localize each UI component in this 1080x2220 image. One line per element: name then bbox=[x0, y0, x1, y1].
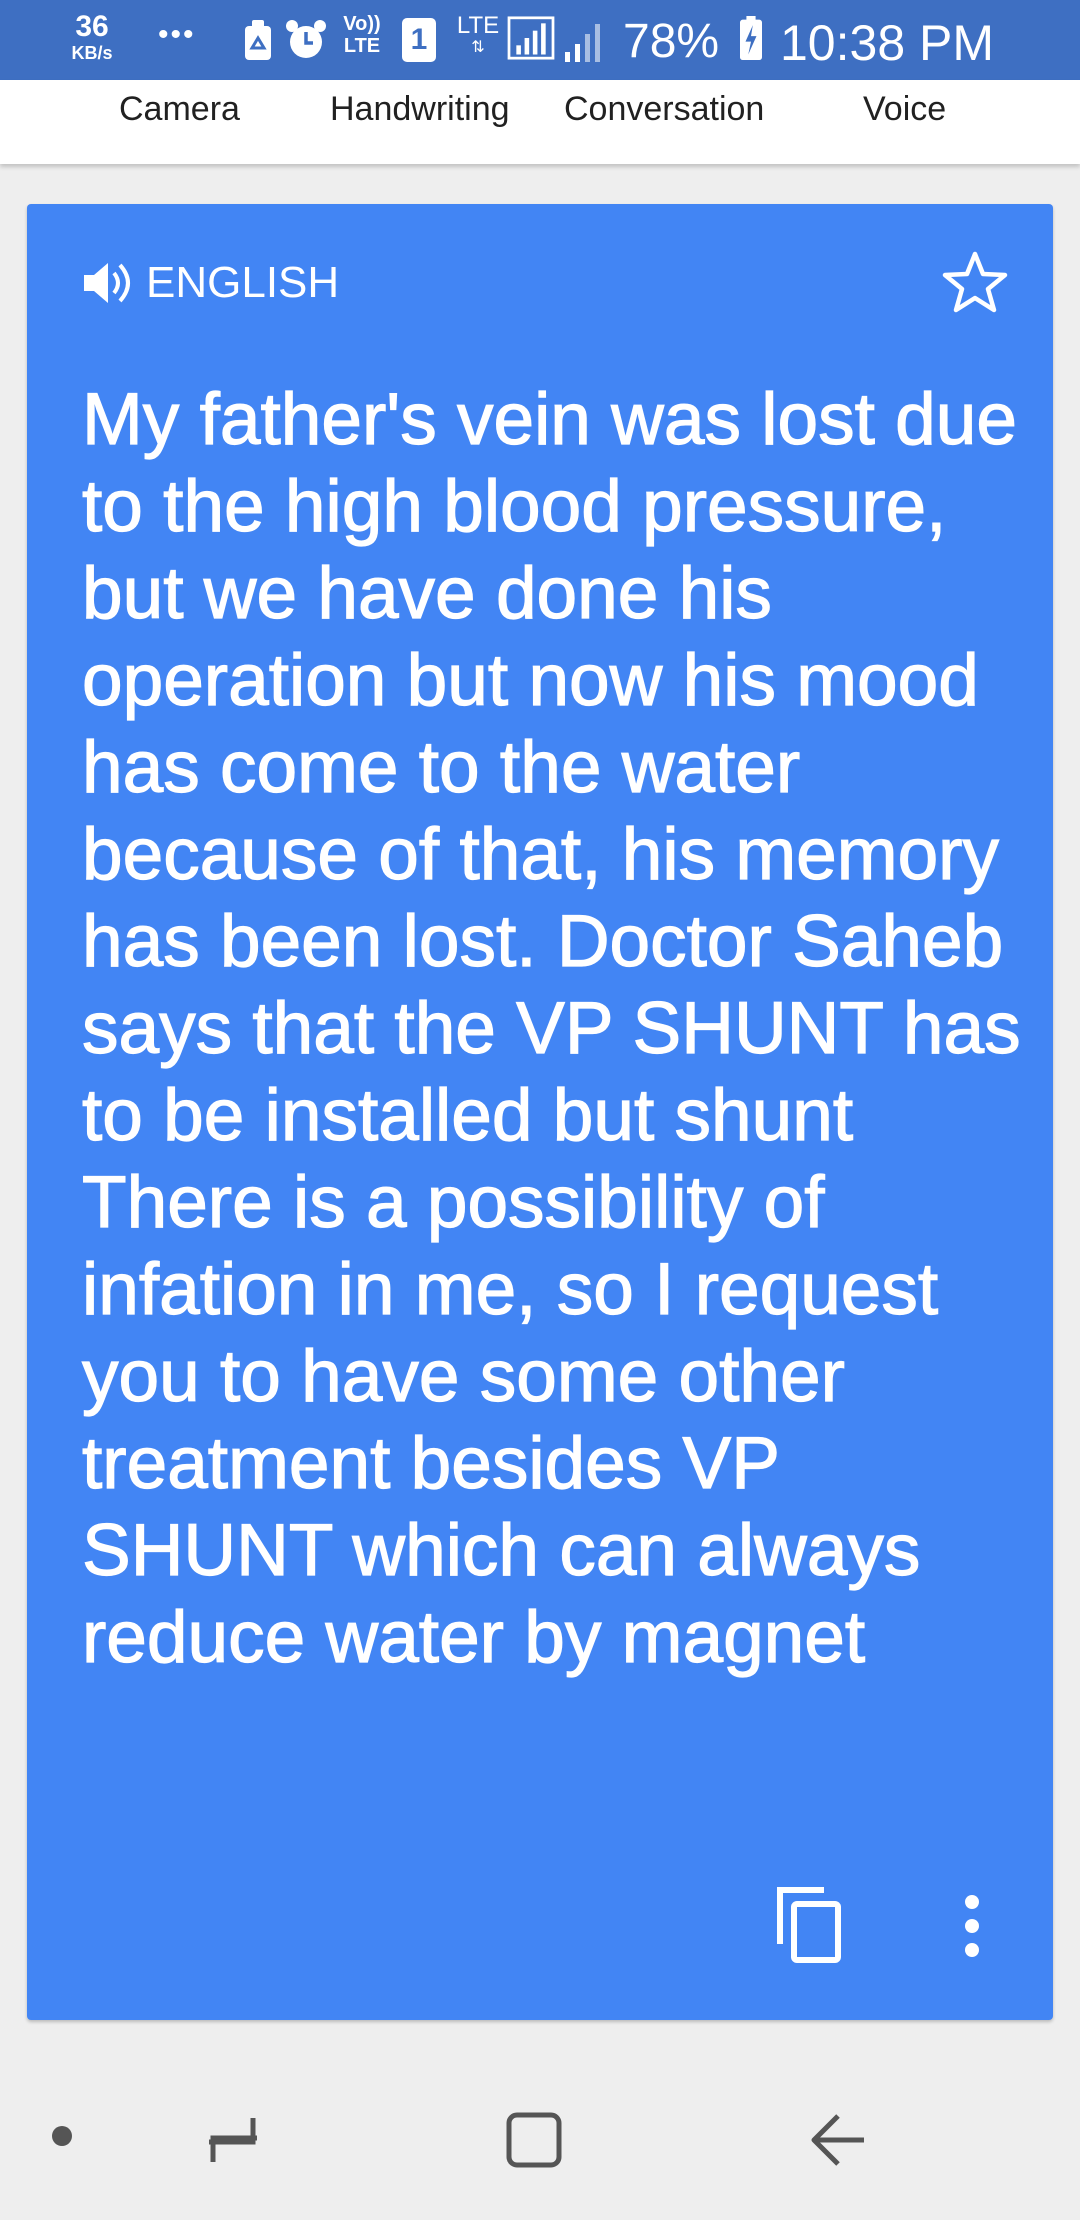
copy-icon[interactable] bbox=[774, 1884, 844, 1964]
translation-text: My father's vein was lost due to the hig… bbox=[81, 378, 1021, 1678]
more-vert-icon[interactable] bbox=[962, 1894, 982, 1958]
battery-charging-icon bbox=[740, 16, 762, 60]
speaker-icon[interactable] bbox=[82, 259, 134, 307]
tab-handwriting[interactable]: Handwriting bbox=[330, 90, 510, 129]
lte-label: LTE bbox=[456, 12, 500, 39]
home-icon[interactable] bbox=[504, 2110, 564, 2170]
network-speed: 36 KB/s bbox=[62, 10, 122, 63]
sim-icon: 1 bbox=[402, 18, 436, 62]
lte-signal-icon bbox=[507, 16, 555, 60]
network-speed-unit: KB/s bbox=[71, 43, 113, 63]
language-row[interactable]: ENGLISH bbox=[82, 258, 339, 308]
mode-tabs: Camera Handwriting Conversation Voice bbox=[0, 80, 1080, 164]
tab-conversation[interactable]: Conversation bbox=[564, 90, 764, 129]
clean-icon bbox=[245, 20, 271, 60]
status-bar: 36 KB/s ••• Vo)) LTE 1 LTE ⇅ 78% 10:38 P… bbox=[0, 0, 1080, 80]
back-icon[interactable] bbox=[808, 2110, 868, 2170]
battery-percent: 78% bbox=[623, 15, 720, 68]
dot-icon[interactable] bbox=[50, 2124, 74, 2148]
volte-label: Vo)) bbox=[343, 13, 381, 35]
network-speed-value: 36 bbox=[75, 10, 109, 43]
language-label: ENGLISH bbox=[146, 258, 340, 307]
navigation-bar bbox=[0, 2060, 1080, 2220]
notification-overflow: ••• bbox=[158, 18, 196, 51]
alarm-icon bbox=[286, 20, 326, 58]
clock: 10:38 PM bbox=[780, 15, 995, 71]
star-icon[interactable] bbox=[941, 250, 1009, 314]
tab-camera[interactable]: Camera bbox=[119, 90, 240, 129]
signal-icon bbox=[565, 24, 600, 62]
translation-card: ENGLISH My father's vein was lost due to… bbox=[27, 204, 1053, 2020]
volte-icon: Vo)) LTE bbox=[340, 14, 384, 58]
lte-icon: LTE ⇅ bbox=[456, 12, 500, 56]
recents-icon[interactable] bbox=[205, 2112, 261, 2168]
tab-voice[interactable]: Voice bbox=[863, 90, 946, 129]
volte-sub-label: LTE bbox=[343, 35, 381, 57]
